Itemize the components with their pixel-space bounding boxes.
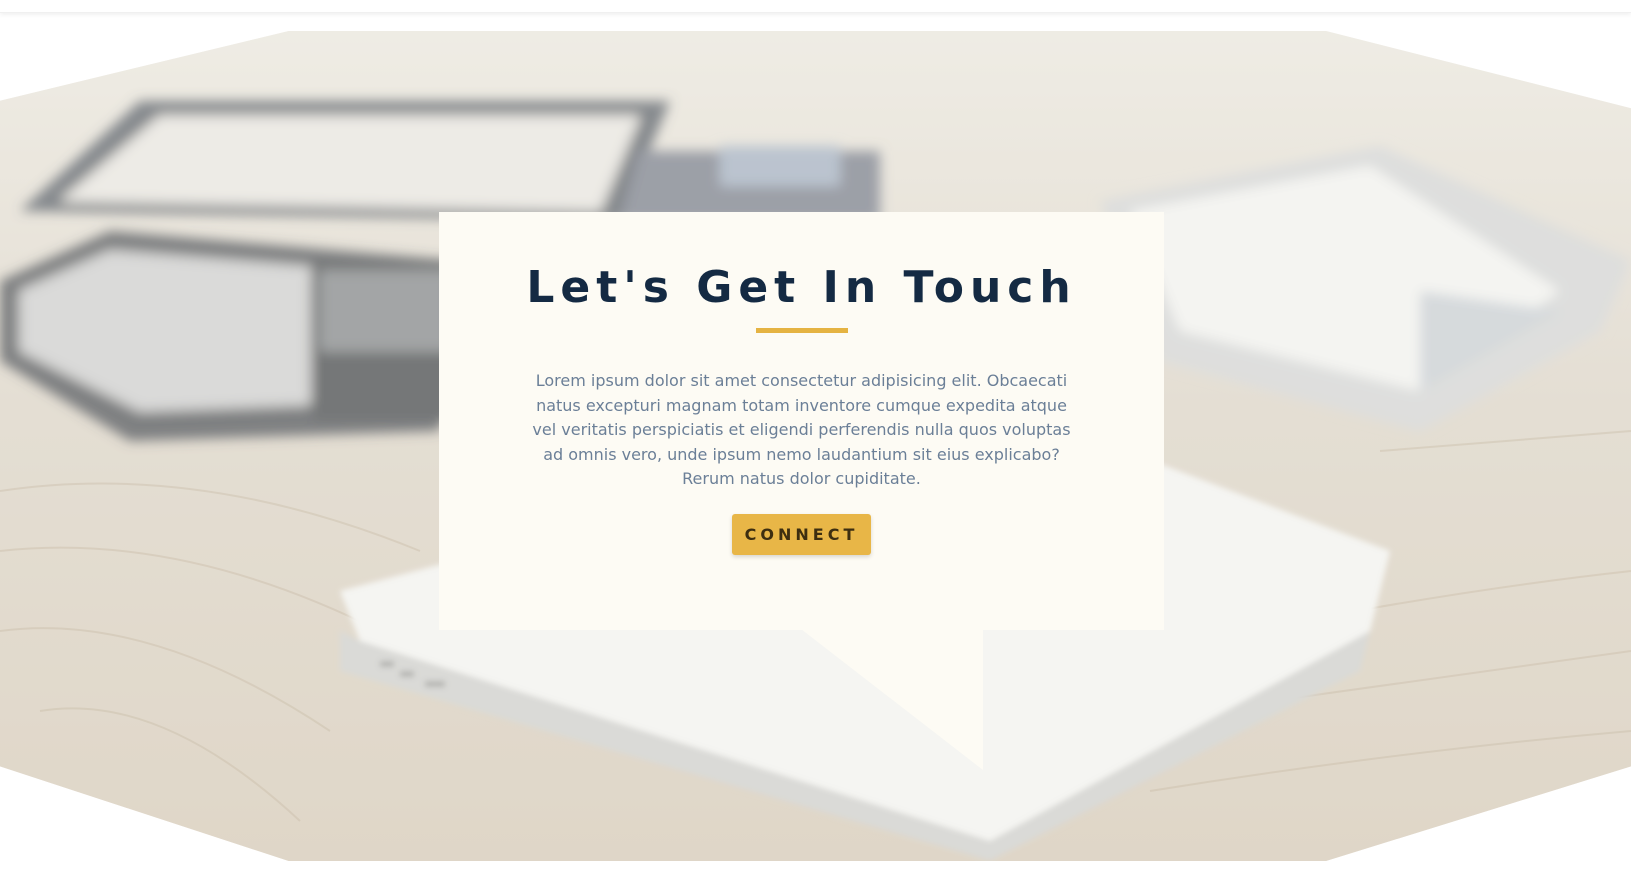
title-underline: [755, 328, 848, 334]
contact-description: Lorem ipsum dolor sit amet consectetur a…: [532, 371, 1071, 489]
top-nav-bar: [0, 0, 1631, 13]
connect-button[interactable]: CONNECT: [732, 513, 871, 555]
contact-title: Let's Get In Touch: [526, 262, 1077, 313]
contact-card: Let's Get In Touch Lorem ipsum dolor sit…: [439, 212, 1164, 630]
